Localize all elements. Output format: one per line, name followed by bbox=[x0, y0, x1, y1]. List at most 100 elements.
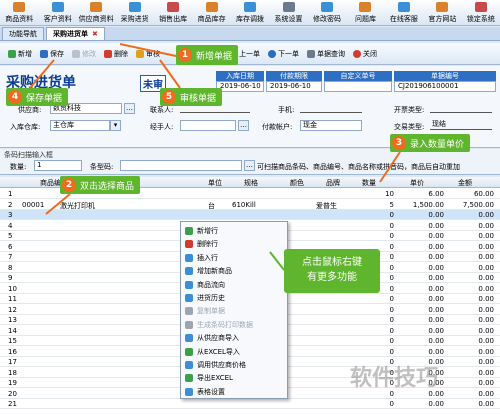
context-menu-item[interactable]: 增加新商品 bbox=[181, 265, 287, 277]
cell-price[interactable]: 0.00 bbox=[428, 327, 444, 335]
handler-picker-button[interactable]: … bbox=[238, 120, 249, 131]
new-button[interactable]: 新增 bbox=[4, 45, 36, 63]
context-menu-item[interactable]: 从EXCEL导入 bbox=[181, 346, 287, 358]
menu-item-customer[interactable]: 客户资料 bbox=[38, 0, 76, 26]
cell-price[interactable]: 0.00 bbox=[428, 243, 444, 251]
cell-amount[interactable]: 0.00 bbox=[478, 337, 494, 345]
tab-purchase-order[interactable]: 采购进货单 ✖ bbox=[46, 27, 105, 40]
menu-item-website[interactable]: 官方网站 bbox=[423, 0, 461, 26]
col-header-spec[interactable]: 规格 bbox=[244, 178, 258, 188]
payment-term-field[interactable]: 2019-06-10 bbox=[266, 81, 322, 92]
menu-item-lock[interactable]: 锁定系统 bbox=[462, 0, 500, 26]
cell-amount[interactable]: 0.00 bbox=[478, 222, 494, 230]
menu-item-password[interactable]: 修改密码 bbox=[308, 0, 346, 26]
query-button[interactable]: 单据查询 bbox=[303, 45, 349, 63]
col-header-price[interactable]: 单价 bbox=[410, 178, 424, 188]
cell-qty[interactable]: 0 bbox=[390, 264, 394, 272]
trade-type-field[interactable]: 现结 bbox=[430, 120, 492, 130]
cell-amount[interactable]: 7,500.00 bbox=[463, 201, 494, 209]
cell-amount[interactable]: 0.00 bbox=[478, 358, 494, 366]
cell-qty[interactable]: 0 bbox=[390, 222, 394, 230]
col-header-qty[interactable]: 数量 bbox=[362, 178, 376, 188]
context-menu-item[interactable]: 进货历史 bbox=[181, 292, 287, 304]
cell-qty[interactable]: 0 bbox=[390, 253, 394, 261]
handler-field[interactable] bbox=[180, 120, 236, 131]
cell-amount[interactable]: 0.00 bbox=[478, 285, 494, 293]
cell-price[interactable]: 6.00 bbox=[428, 190, 444, 198]
barcode-search-button[interactable]: … bbox=[244, 160, 255, 171]
cell-price[interactable]: 0.00 bbox=[428, 348, 444, 356]
menu-item-transfer[interactable]: 库存调拨 bbox=[231, 0, 269, 26]
next-button[interactable]: 下一单 bbox=[264, 45, 303, 63]
context-menu-item[interactable]: 新增行 bbox=[181, 225, 287, 237]
menu-item-product[interactable]: 商品资料 bbox=[0, 0, 38, 26]
warehouse-select[interactable]: 主仓库 bbox=[50, 120, 110, 131]
context-menu-item[interactable]: 从供应商导入 bbox=[181, 332, 287, 344]
cell-price[interactable]: 0.00 bbox=[428, 232, 444, 240]
cell-amount[interactable]: 60.00 bbox=[474, 190, 494, 198]
close-button[interactable]: 关闭 bbox=[349, 45, 381, 63]
context-menu-item[interactable]: 表格设置 bbox=[181, 386, 287, 398]
inbound-date-field[interactable]: 2019-06-10 bbox=[216, 81, 264, 92]
cell-qty[interactable]: 0 bbox=[390, 306, 394, 314]
custom-number-field[interactable] bbox=[324, 81, 392, 92]
menu-item-question[interactable]: 问题库 bbox=[346, 0, 384, 26]
modify-button[interactable]: 修改 bbox=[68, 45, 100, 63]
cell-price[interactable]: 0.00 bbox=[428, 337, 444, 345]
menu-item-sales[interactable]: 销售出库 bbox=[154, 0, 192, 26]
cell-amount[interactable]: 0.00 bbox=[478, 400, 494, 408]
cell-amount[interactable]: 0.00 bbox=[478, 211, 494, 219]
cell-amount[interactable]: 0.00 bbox=[478, 264, 494, 272]
audit-button[interactable]: 审核 bbox=[132, 45, 164, 63]
cell-price[interactable]: 0.00 bbox=[428, 316, 444, 324]
context-menu-item[interactable]: 复制单据 bbox=[181, 305, 287, 317]
cell-qty[interactable]: 5 bbox=[390, 201, 394, 209]
cell-price[interactable]: 0.00 bbox=[428, 400, 444, 408]
cell-amount[interactable]: 0.00 bbox=[478, 253, 494, 261]
delete-button[interactable]: 删除 bbox=[100, 45, 132, 63]
col-header-unit[interactable]: 单位 bbox=[208, 178, 222, 188]
menu-item-settings[interactable]: 系统设置 bbox=[269, 0, 307, 26]
cell-qty[interactable]: 0 bbox=[390, 211, 394, 219]
context-menu-item[interactable]: 插入行 bbox=[181, 252, 287, 264]
cell-qty[interactable]: 0 bbox=[390, 285, 394, 293]
cell-amount[interactable]: 0.00 bbox=[478, 295, 494, 303]
cell-amount[interactable]: 0.00 bbox=[478, 348, 494, 356]
cell-price[interactable]: 0.00 bbox=[428, 274, 444, 282]
cell-amount[interactable]: 0.00 bbox=[478, 274, 494, 282]
context-menu-item[interactable]: 调用供应商价格 bbox=[181, 359, 287, 371]
save-button[interactable]: 保存 bbox=[36, 45, 68, 63]
cell-qty[interactable]: 0 bbox=[390, 316, 394, 324]
cell-amount[interactable]: 0.00 bbox=[478, 232, 494, 240]
col-header-brand[interactable]: 品牌 bbox=[326, 178, 340, 188]
cell-qty[interactable]: 0 bbox=[390, 295, 394, 303]
barcode-input[interactable] bbox=[120, 160, 242, 171]
close-icon[interactable]: ✖ bbox=[92, 30, 98, 38]
tab-function-nav[interactable]: 功能导航 bbox=[2, 27, 44, 40]
cell-amount[interactable]: 0.00 bbox=[478, 327, 494, 335]
supplier-picker-button[interactable]: … bbox=[124, 103, 135, 114]
menu-item-supplier[interactable]: 供应商资料 bbox=[77, 0, 115, 26]
cell-price[interactable]: 0.00 bbox=[428, 285, 444, 293]
cell-amount[interactable]: 0.00 bbox=[478, 306, 494, 314]
cell-price[interactable]: 0.00 bbox=[428, 211, 444, 219]
cell-qty[interactable]: 0 bbox=[390, 348, 394, 356]
cell-qty[interactable]: 0 bbox=[390, 274, 394, 282]
account-select[interactable]: 现金 bbox=[300, 120, 362, 131]
cell-price[interactable]: 0.00 bbox=[428, 295, 444, 303]
cell-amount[interactable]: 0.00 bbox=[478, 316, 494, 324]
cell-amount[interactable]: 0.00 bbox=[478, 390, 494, 398]
menu-item-stock[interactable]: 商品库存 bbox=[192, 0, 230, 26]
context-menu-item[interactable]: 导出EXCEL bbox=[181, 372, 287, 384]
cell-price[interactable]: 0.00 bbox=[428, 253, 444, 261]
cell-amount[interactable]: 0.00 bbox=[478, 379, 494, 387]
invoice-type-field[interactable] bbox=[430, 103, 492, 113]
context-menu-item[interactable]: 删除行 bbox=[181, 238, 287, 250]
phone-field[interactable] bbox=[300, 103, 362, 113]
cell-price[interactable]: 0.00 bbox=[428, 264, 444, 272]
cell-qty[interactable]: 0 bbox=[390, 327, 394, 335]
cell-amount[interactable]: 0.00 bbox=[478, 369, 494, 377]
menu-item-purchase[interactable]: 采购进货 bbox=[115, 0, 153, 26]
context-menu-item[interactable]: 生成条码打印数据 bbox=[181, 319, 287, 331]
menu-item-service[interactable]: 在线客服 bbox=[385, 0, 423, 26]
